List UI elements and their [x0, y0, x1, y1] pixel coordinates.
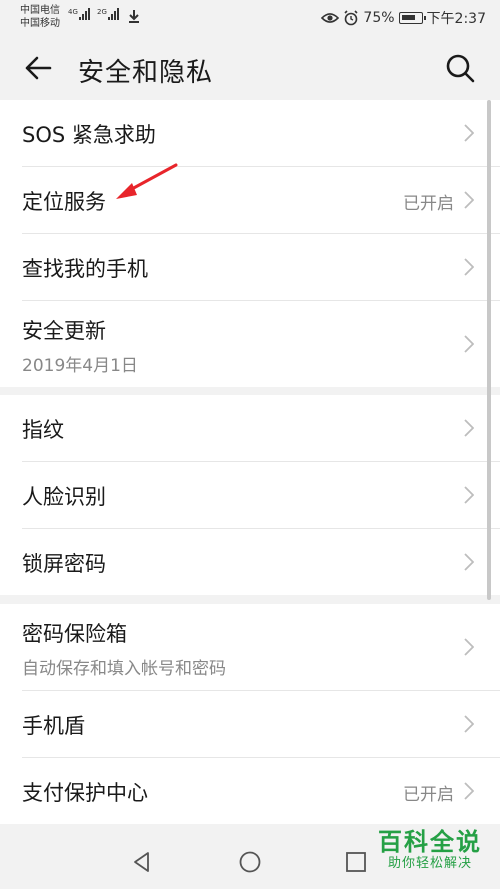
settings-item-lock-screen-password[interactable]: 锁屏密码 — [22, 529, 500, 595]
carrier-labels: 中国电信 中国移动 — [20, 4, 60, 30]
watermark-title: 百科全说 — [378, 828, 482, 856]
watermark-logo: 百科全说 助你轻松解决 — [374, 828, 486, 872]
settings-item-sos[interactable]: SOS 紧急求助 — [22, 100, 500, 167]
carrier-1: 中国电信 — [20, 5, 60, 16]
item-label: 人脸识别 — [22, 485, 106, 509]
item-subtitle: 自动保存和填入帐号和密码 — [22, 659, 226, 679]
signal-icon: 2G — [97, 8, 119, 20]
eye-comfort-icon — [321, 13, 340, 23]
app-header: 安全和隐私 — [0, 36, 500, 100]
network-type-1: 4G — [68, 8, 78, 16]
item-label: 支付保护中心 — [22, 781, 148, 805]
chevron-right-icon — [464, 715, 474, 733]
nav-home-icon[interactable] — [238, 850, 262, 874]
network-type-2: 2G — [97, 8, 107, 16]
chevron-right-icon — [464, 782, 474, 800]
status-bar: 中国电信 中国移动 4G 2G 75% 下午2:37 — [0, 0, 500, 36]
battery-percent: 75% — [363, 10, 395, 26]
chevron-right-icon — [464, 486, 474, 504]
signal-icon: 4G — [68, 8, 90, 20]
settings-item-phone-shield[interactable]: 手机盾 — [22, 691, 500, 758]
settings-item-security-update[interactable]: 安全更新 2019年4月1日 — [22, 301, 500, 387]
settings-item-fingerprint[interactable]: 指纹 — [22, 395, 500, 462]
status-right: 75% 下午2:37 — [321, 8, 486, 28]
item-label: 手机盾 — [22, 714, 85, 738]
item-label: 安全更新 — [22, 319, 106, 343]
item-status: 已开启 — [403, 194, 454, 214]
chevron-right-icon — [464, 419, 474, 437]
back-arrow-icon[interactable] — [20, 50, 56, 86]
chevron-right-icon — [464, 553, 474, 571]
settings-item-find-my-phone[interactable]: 查找我的手机 — [22, 234, 500, 301]
alarm-icon — [344, 10, 358, 26]
settings-group-password-payment: 密码保险箱 自动保存和填入帐号和密码 手机盾 支付保护中心 已开启 — [0, 604, 500, 824]
page-title: 安全和隐私 — [78, 58, 214, 88]
download-icon — [129, 10, 139, 23]
item-label: 密码保险箱 — [22, 622, 127, 646]
settings-group-security: SOS 紧急求助 定位服务 已开启 查找我的手机 安全更新 2019年4月1日 — [0, 100, 500, 387]
nav-back-icon[interactable] — [130, 850, 154, 874]
chevron-right-icon — [464, 638, 474, 656]
settings-group-biometrics: 指纹 人脸识别 锁屏密码 — [0, 395, 500, 595]
clock: 下午2:37 — [426, 11, 486, 27]
chevron-right-icon — [464, 191, 474, 209]
settings-item-face-recognition[interactable]: 人脸识别 — [22, 462, 500, 529]
settings-item-payment-protection[interactable]: 支付保护中心 已开启 — [22, 758, 500, 824]
scrollbar[interactable] — [487, 100, 491, 600]
item-label: 查找我的手机 — [22, 257, 148, 281]
chevron-right-icon — [464, 335, 474, 353]
watermark-subtitle: 助你轻松解决 — [387, 856, 472, 871]
settings-item-location[interactable]: 定位服务 已开启 — [22, 167, 500, 234]
chevron-right-icon — [464, 124, 474, 142]
nav-recent-apps-icon[interactable] — [344, 850, 368, 874]
item-label: 指纹 — [22, 418, 64, 442]
item-label: 定位服务 — [22, 190, 106, 214]
settings-item-password-vault[interactable]: 密码保险箱 自动保存和填入帐号和密码 — [22, 604, 500, 691]
item-label: 锁屏密码 — [22, 552, 106, 576]
battery-icon — [398, 12, 426, 24]
search-icon[interactable] — [442, 50, 478, 86]
item-label: SOS 紧急求助 — [22, 123, 156, 147]
carrier-2: 中国移动 — [20, 18, 60, 29]
item-subtitle: 2019年4月1日 — [22, 356, 138, 376]
chevron-right-icon — [464, 258, 474, 276]
item-status: 已开启 — [403, 785, 454, 805]
